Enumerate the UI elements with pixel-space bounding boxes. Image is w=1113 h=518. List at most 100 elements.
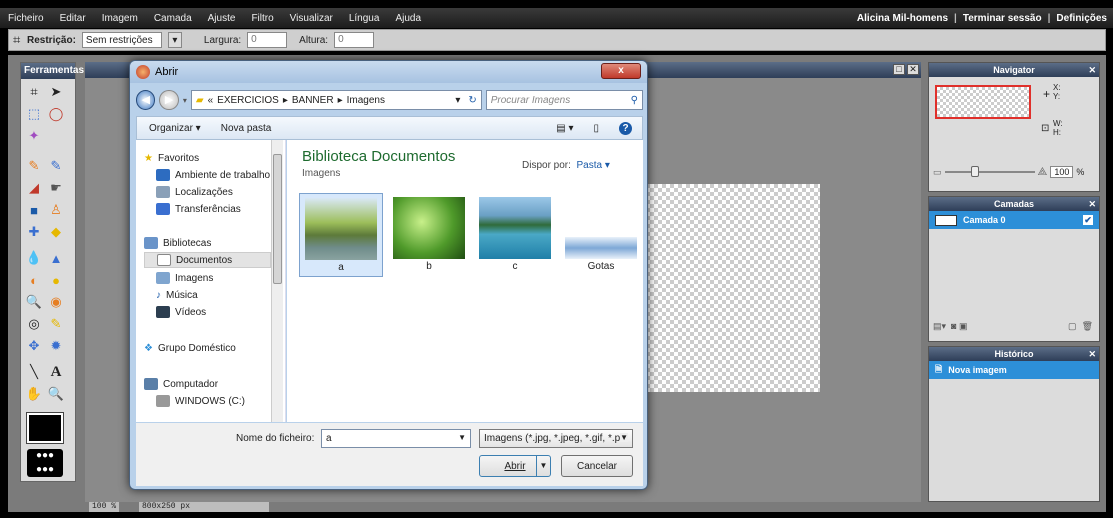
layer-mode-icon[interactable]: ▤▾ xyxy=(933,321,946,331)
menu-ajuda[interactable]: Ajuda xyxy=(387,13,429,24)
forward-button[interactable]: ▶ xyxy=(159,90,179,110)
breadcrumb-banner[interactable]: BANNER xyxy=(292,95,334,106)
arrange-by[interactable]: Dispor por: Pasta ▾ xyxy=(522,160,610,171)
breadcrumb-overflow[interactable]: « xyxy=(208,95,214,106)
history-item[interactable]: 🗎 Nova imagem xyxy=(929,361,1099,379)
menu-camada[interactable]: Camada xyxy=(146,13,200,24)
close-icon[interactable]: ✕ xyxy=(907,64,919,75)
open-button[interactable]: Abrir ▼ xyxy=(479,455,551,477)
nav-libraries[interactable]: Bibliotecas xyxy=(144,235,211,251)
hand-tool-icon[interactable]: ✋ xyxy=(24,385,44,403)
smudge-tool-icon[interactable]: ☛ xyxy=(46,179,66,197)
filetype-select[interactable]: Imagens (*.jpg, *.jpeg, *.gif, *.p ▼ xyxy=(479,429,633,448)
nav-places[interactable]: Localizações xyxy=(156,184,233,200)
layer-style-icon[interactable]: ▣ xyxy=(959,321,968,331)
nav-windows-drive[interactable]: WINDOWS (C:) xyxy=(156,393,245,409)
breadcrumb-exercicios[interactable]: EXERCICIOS xyxy=(217,95,279,106)
nav-videos[interactable]: Vídeos xyxy=(156,304,206,320)
nav-computer[interactable]: Computador xyxy=(144,376,218,392)
layer-row[interactable]: Camada 0 ✔ xyxy=(929,211,1099,229)
restriction-select[interactable]: Sem restrições xyxy=(81,32,162,48)
nav-downloads[interactable]: Transferências xyxy=(156,201,241,217)
menu-filtro[interactable]: Filtro xyxy=(243,13,281,24)
menu-visualizar[interactable]: Visualizar xyxy=(282,13,341,24)
nav-desktop[interactable]: Ambiente de trabalho xyxy=(156,167,270,183)
nav-scrollbar[interactable] xyxy=(271,140,283,422)
drop-tool-icon[interactable]: 💧 xyxy=(24,249,44,267)
zoom-tool-icon[interactable]: 🔍 xyxy=(24,293,44,311)
settings-link[interactable]: Definições xyxy=(1056,13,1107,24)
magic-wand-icon[interactable]: ✦ xyxy=(24,127,44,145)
slider-handle[interactable] xyxy=(970,166,979,177)
width-input[interactable]: 0 xyxy=(247,32,288,48)
layer-visible-checkbox[interactable]: ✔ xyxy=(1083,215,1093,225)
burn-tool-icon[interactable]: ◐ xyxy=(24,271,44,289)
nav-music[interactable]: ♪ Música xyxy=(156,287,198,303)
refresh-icon[interactable]: ↻ xyxy=(468,95,476,106)
user-name[interactable]: Alicina Mil-homens xyxy=(857,13,948,24)
sharpen-tool-icon[interactable]: ▲ xyxy=(46,249,66,267)
chevron-down-icon[interactable]: ▼ xyxy=(458,433,466,442)
move-tool-icon[interactable]: ➤ xyxy=(46,83,66,101)
close-icon[interactable]: ✕ xyxy=(1088,347,1096,361)
menu-imagem[interactable]: Imagem xyxy=(94,13,146,24)
menu-ajuste[interactable]: Ajuste xyxy=(200,13,244,24)
organize-button[interactable]: Organizar ▾ xyxy=(149,123,201,134)
cancel-button[interactable]: Cancelar xyxy=(561,455,633,477)
nav-favorites[interactable]: ★ Favoritos xyxy=(144,150,199,166)
menu-ficheiro[interactable]: Ficheiro xyxy=(0,13,52,24)
color-replace-icon[interactable]: ✎ xyxy=(46,315,66,333)
chevron-down-icon[interactable]: ▾ xyxy=(455,95,460,106)
color-swatch[interactable] xyxy=(26,412,64,444)
trash-icon[interactable]: 🗑 xyxy=(1082,321,1093,331)
red-eye-tool-icon[interactable]: ◎ xyxy=(24,315,44,333)
zoom-out-icon[interactable]: ▭ xyxy=(933,167,942,178)
view-menu-icon[interactable]: ▤ ▾ xyxy=(556,123,573,134)
navigator-preview[interactable] xyxy=(935,85,1031,119)
new-folder-button[interactable]: Nova pasta xyxy=(221,123,272,134)
menu-editar[interactable]: Editar xyxy=(52,13,94,24)
layer-mask-icon[interactable]: ◙ xyxy=(951,321,956,331)
close-icon[interactable]: ✕ xyxy=(1088,63,1096,77)
filename-input[interactable]: a ▼ xyxy=(321,429,471,448)
history-dropdown-icon[interactable]: ▾ xyxy=(183,96,187,105)
sponge-tool-icon[interactable]: ◉ xyxy=(46,293,66,311)
breadcrumb-imagens[interactable]: Imagens xyxy=(347,95,385,106)
pencil-tool-icon[interactable]: ✎ xyxy=(24,157,44,175)
back-button[interactable]: ◀ xyxy=(136,90,156,110)
nav-images[interactable]: Imagens xyxy=(156,270,213,286)
heal-tool-icon[interactable]: ✚ xyxy=(24,223,44,241)
close-icon[interactable]: ✕ xyxy=(1088,197,1096,211)
bloat-tool-icon[interactable]: ✹ xyxy=(46,337,66,355)
preview-pane-icon[interactable]: ▯ xyxy=(593,123,599,134)
address-bar[interactable]: ▰ « EXERCICIOS ▸ BANNER ▸ Imagens ▾ ↻ xyxy=(190,90,482,110)
height-input[interactable]: 0 xyxy=(334,32,375,48)
file-item-c[interactable]: c xyxy=(473,193,557,277)
split-arrow-icon[interactable]: ▼ xyxy=(536,456,550,476)
arrange-value[interactable]: Pasta ▾ xyxy=(576,160,609,171)
search-input[interactable]: Procurar Imagens ⚲ xyxy=(485,90,643,110)
clone-tool-icon[interactable]: ♙ xyxy=(46,201,66,219)
transparent-canvas[interactable] xyxy=(642,184,820,392)
file-item-gotas[interactable]: Gotas xyxy=(559,193,643,277)
new-layer-icon[interactable]: ▢ xyxy=(1068,321,1077,331)
nav-homegroup[interactable]: ❖ Grupo Doméstico xyxy=(144,340,236,356)
help-icon[interactable]: ? xyxy=(619,121,632,135)
marquee-tool-icon[interactable]: ⬚ xyxy=(24,105,44,123)
eraser-tool-icon[interactable]: ◢ xyxy=(24,179,44,197)
lasso-tool-icon[interactable]: ◯ xyxy=(46,105,66,123)
text-tool-icon[interactable]: A xyxy=(46,363,66,381)
palette-icon[interactable]: ●●● ●●● xyxy=(27,449,63,477)
dodge-tool-icon[interactable]: ● xyxy=(46,271,66,289)
zoom-slider[interactable] xyxy=(944,166,1035,177)
file-item-a[interactable]: a xyxy=(299,193,383,277)
brush-tool-icon[interactable]: ✎ xyxy=(46,157,66,175)
crop-tool-icon[interactable]: ⌗ xyxy=(24,83,44,101)
file-item-b[interactable]: b xyxy=(387,193,471,277)
zoom-glass-icon[interactable]: 🔍 xyxy=(46,385,66,403)
zoom-input[interactable]: 100 xyxy=(1050,166,1074,178)
logout-link[interactable]: Terminar sessão xyxy=(963,13,1042,24)
nav-documents[interactable]: Documentos xyxy=(144,252,271,268)
line-tool-icon[interactable]: ╲ xyxy=(24,363,44,381)
search-icon[interactable]: ⚲ xyxy=(631,95,638,106)
